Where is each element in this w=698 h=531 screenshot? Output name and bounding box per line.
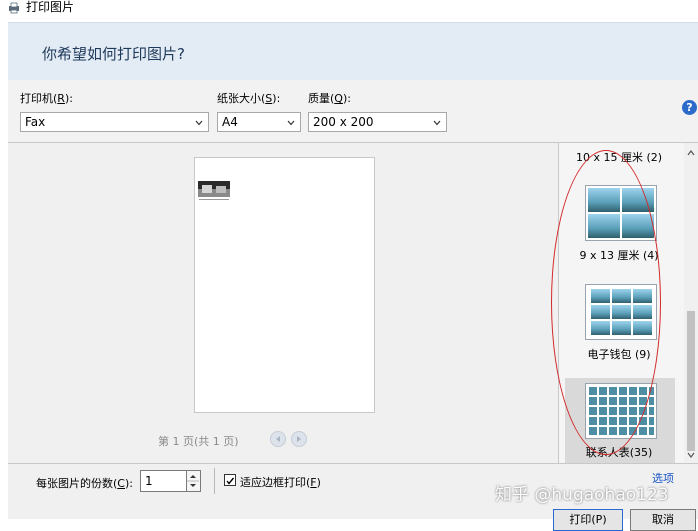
help-icon[interactable]: ? — [682, 100, 697, 115]
layout-9x13-thumbnail[interactable] — [585, 185, 657, 241]
printer-value: Fax — [25, 115, 46, 129]
fit-frame-label: 适应边框打印(F) — [240, 476, 321, 489]
photo-grid-2x2-icon — [588, 188, 654, 238]
page-indicator: 第 1 页(共 1 页) — [158, 435, 239, 448]
title-bar: 打印图片 — [0, 0, 698, 18]
next-page-button[interactable] — [291, 431, 307, 447]
quality-label: 质量(Q): — [308, 92, 351, 105]
arrow-left-icon — [276, 436, 280, 442]
arrow-right-icon — [297, 436, 301, 442]
scrollbar-thumb[interactable] — [687, 311, 695, 451]
paper-size-value: A4 — [222, 115, 238, 129]
layout-label[interactable]: 9 x 13 厘米 (4) — [559, 247, 679, 263]
chevron-down-icon — [433, 120, 441, 126]
print-options-bar: 打印机(R): Fax 纸张大小(S): A4 质量(Q): 200 x 200… — [8, 80, 698, 143]
printer-label: 打印机(R): — [20, 92, 73, 105]
previous-page-button[interactable] — [270, 431, 286, 447]
chevron-down-icon — [195, 120, 203, 126]
dialog-header: 你希望如何打印图片? — [8, 22, 698, 81]
scroll-up-icon[interactable] — [687, 149, 695, 157]
copies-input[interactable]: 1 — [140, 470, 187, 492]
fit-frame-checkbox[interactable] — [224, 474, 236, 486]
photo-grid-5x7-icon — [589, 387, 654, 435]
print-button[interactable]: 打印(P) — [553, 509, 623, 531]
layout-contact-sheet-thumbnail[interactable] — [585, 383, 657, 439]
chevron-down-icon — [287, 120, 295, 126]
divider — [214, 468, 215, 494]
stepper-arrows-icon — [187, 475, 199, 487]
layout-label[interactable]: 电子钱包 (9) — [559, 346, 679, 362]
dialog-question: 你希望如何打印图片? — [42, 45, 185, 63]
preview-page — [194, 157, 375, 413]
cancel-button[interactable]: 取消 — [630, 509, 696, 531]
layout-list: 10 x 15 厘米 (2) 9 x 13 厘米 (4) 电子钱包 (9) 联系… — [559, 143, 698, 463]
photo-grid-3x3-icon — [591, 289, 652, 335]
window-title: 打印图片 — [26, 0, 75, 14]
quality-select[interactable]: 200 x 200 — [308, 112, 447, 132]
paper-size-label: 纸张大小(S): — [217, 92, 281, 105]
checkmark-icon — [226, 477, 235, 485]
print-pictures-icon — [9, 2, 19, 14]
layout-label[interactable]: 10 x 15 厘米 (2) — [559, 149, 679, 165]
layout-wallet-thumbnail[interactable] — [585, 284, 657, 340]
layout-scrollbar[interactable] — [684, 143, 698, 463]
scroll-down-icon[interactable] — [687, 451, 695, 459]
copies-stepper[interactable] — [187, 470, 201, 492]
paper-size-select[interactable]: A4 — [217, 112, 301, 132]
layout-label[interactable]: 联系人表(35) — [559, 444, 679, 460]
watermark: 知乎 @hugaohao123 — [495, 485, 669, 505]
copies-label: 每张图片的份数(C): — [36, 477, 133, 490]
print-preview-pane: 第 1 页(共 1 页) — [8, 143, 559, 463]
quality-value: 200 x 200 — [313, 115, 374, 129]
printer-select[interactable]: Fax — [20, 112, 209, 132]
preview-photo-thumbnail — [198, 181, 230, 200]
